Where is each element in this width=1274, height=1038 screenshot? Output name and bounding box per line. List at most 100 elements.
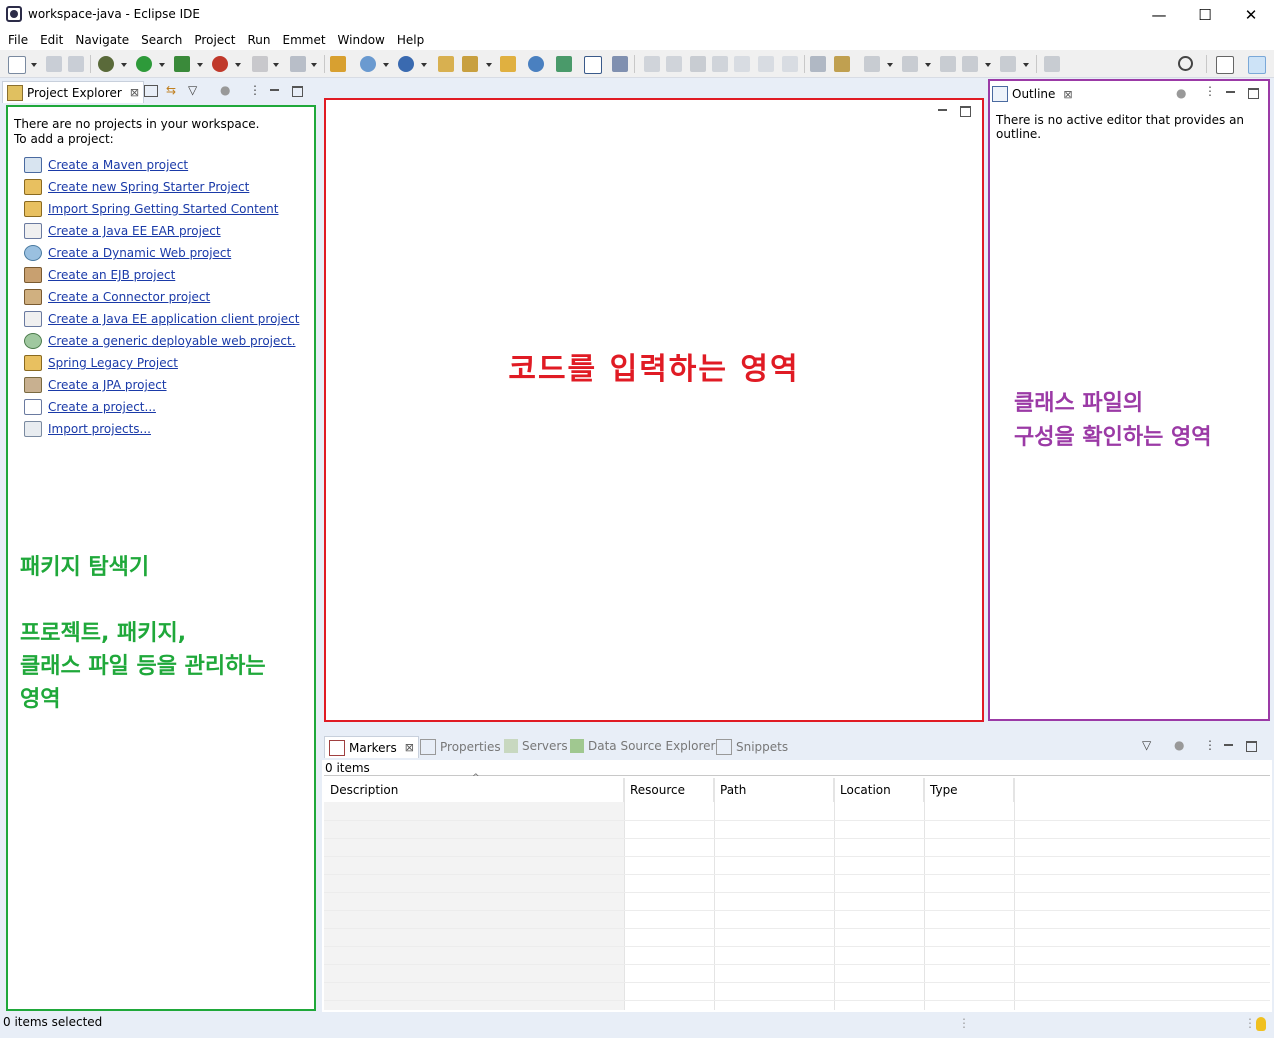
link-editor-icon[interactable]: ⇆ (166, 83, 176, 97)
filter-icon[interactable]: ▽ (1142, 738, 1151, 752)
tab-snippets[interactable]: Snippets (716, 739, 788, 755)
tab-data-source-explorer[interactable]: Data Source Explorer (570, 739, 715, 753)
chevron-down-icon[interactable] (1023, 63, 1029, 67)
column-header-path[interactable]: Path (714, 778, 834, 802)
tab-outline[interactable]: Outline ⊠ (992, 83, 1073, 105)
step-into-icon[interactable] (734, 56, 750, 72)
create-project-link[interactable]: Create a project... (48, 400, 156, 414)
close-icon[interactable]: ⊠ (130, 86, 139, 99)
open-folder-icon[interactable] (500, 56, 516, 72)
chevron-down-icon[interactable] (235, 63, 241, 67)
filter-icon[interactable]: ▽ (188, 83, 197, 97)
chevron-down-icon[interactable] (486, 63, 492, 67)
terminate-icon[interactable] (690, 56, 706, 72)
new-icon[interactable] (8, 56, 26, 74)
focus-icon[interactable]: ● (1174, 738, 1184, 752)
view-menu-icon[interactable]: ⋮ (1204, 84, 1216, 98)
import-projects-link[interactable]: Import projects... (48, 422, 151, 436)
open-perspective-icon[interactable] (1216, 56, 1234, 74)
editor-area[interactable]: 코드를 입력하는 영역 (324, 98, 984, 722)
minimize-view-icon[interactable] (270, 89, 279, 91)
menu-project[interactable]: Project (188, 30, 241, 50)
external-tools-icon[interactable] (212, 56, 228, 72)
disconnect-icon[interactable] (712, 56, 728, 72)
create-dynamic-web-link[interactable]: Create a Dynamic Web project (48, 246, 231, 260)
open-type-icon[interactable] (438, 56, 454, 72)
run-icon[interactable] (136, 56, 152, 72)
maximize-editor-icon[interactable] (960, 106, 971, 117)
close-icon[interactable]: ⊠ (405, 741, 414, 754)
chevron-down-icon[interactable] (383, 63, 389, 67)
skip-breakpoints-icon[interactable] (612, 56, 628, 72)
create-generic-web-project-link[interactable]: Create a generic deployable web project. (48, 334, 296, 348)
create-jpa-project-link[interactable]: Create a JPA project (48, 378, 167, 392)
view-menu-icon[interactable]: ⋮ (1204, 738, 1216, 752)
focus-icon[interactable]: ● (1176, 86, 1186, 100)
toggle-mark-icon[interactable] (834, 56, 850, 72)
prev-annotation-icon[interactable] (902, 56, 918, 72)
menu-help[interactable]: Help (391, 30, 430, 50)
menu-run[interactable]: Run (241, 30, 276, 50)
chevron-down-icon[interactable] (273, 63, 279, 67)
create-spring-starter-link[interactable]: Create new Spring Starter Project (48, 180, 249, 194)
minimize-view-icon[interactable] (1226, 91, 1235, 93)
create-connector-project-link[interactable]: Create a Connector project (48, 290, 210, 304)
stop-icon[interactable] (252, 56, 268, 72)
chevron-down-icon[interactable] (887, 63, 893, 67)
tab-project-explorer[interactable]: Project Explorer ⊠ (2, 81, 145, 103)
spring-legacy-project-link[interactable]: Spring Legacy Project (48, 356, 178, 370)
create-ejb-project-link[interactable]: Create an EJB project (48, 268, 175, 282)
search-task-icon[interactable] (462, 56, 478, 72)
new-server-icon[interactable] (360, 56, 376, 72)
close-button[interactable]: ✕ (1228, 2, 1274, 28)
debug-icon[interactable] (98, 56, 114, 72)
collapse-all-icon[interactable] (144, 85, 158, 97)
chevron-down-icon[interactable] (925, 63, 931, 67)
chevron-down-icon[interactable] (985, 63, 991, 67)
menu-search[interactable]: Search (135, 30, 188, 50)
maximize-button[interactable]: ☐ (1182, 2, 1228, 28)
resume-icon[interactable] (644, 56, 660, 72)
globe-icon[interactable] (528, 56, 544, 72)
coverage-icon[interactable] (174, 56, 190, 72)
step-return-icon[interactable] (782, 56, 798, 72)
maximize-view-icon[interactable] (1246, 741, 1257, 752)
maximize-view-icon[interactable] (292, 86, 303, 97)
column-header-type[interactable]: Type (924, 778, 1014, 802)
save-all-icon[interactable] (68, 56, 84, 72)
console-icon[interactable] (584, 56, 602, 74)
next-annotation-icon[interactable] (864, 56, 880, 72)
refresh-icon[interactable] (556, 56, 572, 72)
last-edit-icon[interactable] (940, 56, 956, 72)
chevron-down-icon[interactable] (31, 63, 37, 67)
new-class-icon[interactable] (398, 56, 414, 72)
menu-window[interactable]: Window (332, 30, 391, 50)
word-wrap-icon[interactable] (810, 56, 826, 72)
minimize-button[interactable]: — (1136, 2, 1182, 28)
step-over-icon[interactable] (758, 56, 774, 72)
chevron-down-icon[interactable] (121, 63, 127, 67)
focus-icon[interactable]: ● (220, 83, 230, 97)
save-icon[interactable] (46, 56, 62, 72)
chevron-down-icon[interactable] (421, 63, 427, 67)
close-icon[interactable]: ⊠ (1063, 88, 1072, 101)
minimize-view-icon[interactable] (1224, 744, 1233, 746)
chevron-down-icon[interactable] (159, 63, 165, 67)
chevron-down-icon[interactable] (197, 63, 203, 67)
deploy-icon[interactable] (290, 56, 306, 72)
menu-file[interactable]: File (2, 30, 34, 50)
lightbulb-icon[interactable] (1256, 1017, 1266, 1031)
view-menu-icon[interactable]: ⋮ (249, 83, 261, 97)
search-icon[interactable] (1178, 56, 1193, 71)
suspend-icon[interactable] (666, 56, 682, 72)
create-app-client-project-link[interactable]: Create a Java EE application client proj… (48, 312, 299, 326)
menu-edit[interactable]: Edit (34, 30, 69, 50)
forward-arrow-icon[interactable] (1000, 56, 1016, 72)
pin-editor-icon[interactable] (1044, 56, 1060, 72)
create-maven-project-link[interactable]: Create a Maven project (48, 158, 188, 172)
tab-servers[interactable]: Servers (504, 739, 568, 753)
menu-emmet[interactable]: Emmet (276, 30, 331, 50)
tab-properties[interactable]: Properties (420, 739, 501, 755)
minimize-editor-icon[interactable] (938, 109, 947, 111)
create-ear-project-link[interactable]: Create a Java EE EAR project (48, 224, 221, 238)
